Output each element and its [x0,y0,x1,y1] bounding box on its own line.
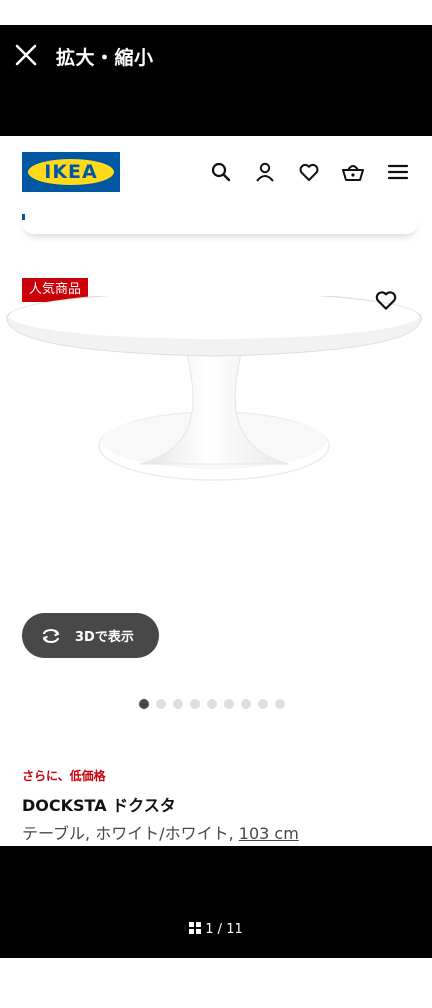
page-indicator[interactable]: 1 / 11 [0,922,432,937]
promo-text: さらに、低価格 [22,769,106,783]
header-sub-bar [22,212,418,234]
site-header: IKEA [0,136,432,212]
pagination-dot[interactable] [207,699,217,709]
product-description: テーブル, ホワイト/ホワイト, 103 cm [22,820,299,844]
menu-icon[interactable] [386,160,410,184]
page-current: 1 [205,922,214,937]
ikea-logo[interactable]: IKEA [22,152,120,192]
image-pagination-dots [139,699,285,709]
logo-text: IKEA [44,161,98,183]
page-total: 11 [226,922,243,937]
image-viewer-top-bar: 拡大・縮小 [0,25,432,136]
pagination-dot[interactable] [139,699,149,709]
bottom-white-strip [0,958,432,1008]
pagination-dot[interactable] [173,699,183,709]
product-type-color: テーブル, ホワイト/ホワイト, [22,824,239,843]
heart-icon[interactable] [297,160,321,184]
top-white-strip [0,0,432,25]
grid-icon [189,922,202,934]
product-name: DOCKSTA ドクスタ [22,796,176,815]
pagination-dot[interactable] [156,699,166,709]
product-size-link[interactable]: 103 cm [239,824,299,843]
pagination-dot[interactable] [224,699,234,709]
page-separator: / [217,922,223,937]
viewer-title: 拡大・縮小 [56,47,154,69]
sub-bar-marker [22,214,25,220]
view-3d-label: 3Dで表示 [75,630,134,645]
search-icon[interactable] [209,160,233,184]
pagination-dot[interactable] [258,699,268,709]
view-3d-button[interactable]: 3Dで表示 [22,613,159,658]
pagination-dot[interactable] [190,699,200,709]
account-icon[interactable] [253,160,277,184]
pagination-dot[interactable] [241,699,251,709]
close-icon[interactable] [12,41,40,69]
basket-icon[interactable] [341,160,365,184]
pagination-dot[interactable] [275,699,285,709]
favorite-heart-icon[interactable] [373,287,399,313]
rotate-3d-icon [43,629,59,643]
product-screenshot: IKEA 人気商品 3Dで表示 さらに、低価格 DOCKSTA ドクスタ テーブ… [0,136,432,846]
product-image[interactable] [0,296,432,646]
image-viewer-bottom-bar: 1 / 11 [0,846,432,958]
